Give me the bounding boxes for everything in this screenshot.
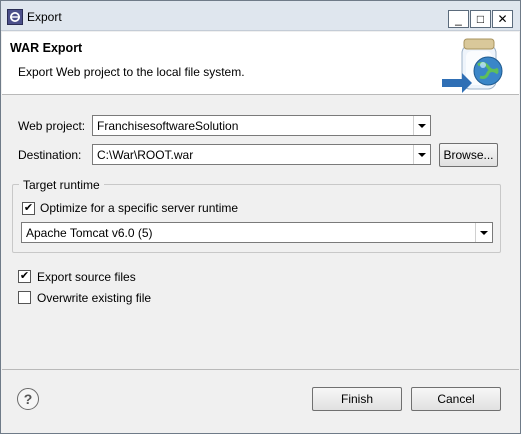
maximize-button[interactable]: □ xyxy=(470,10,491,28)
wizard-description: Export Web project to the local file sys… xyxy=(18,65,245,79)
export-dialog: Export _ □ ✕ WAR Export Export Web proje… xyxy=(0,0,521,434)
help-icon[interactable]: ? xyxy=(17,388,39,410)
checkmark-icon: ✔ xyxy=(23,202,34,214)
minimize-icon: _ xyxy=(455,12,462,26)
server-runtime-combo[interactable]: Apache Tomcat v6.0 (5) xyxy=(21,222,493,243)
web-project-combo[interactable]: FranchisesoftwareSolution xyxy=(92,115,431,136)
destination-value: C:\War\ROOT.war xyxy=(97,148,194,162)
target-runtime-legend: Target runtime xyxy=(19,178,104,192)
chevron-down-icon[interactable] xyxy=(475,223,492,242)
destination-combo[interactable]: C:\War\ROOT.war xyxy=(92,144,431,165)
close-icon: ✕ xyxy=(497,12,508,26)
checkmark-icon: ✔ xyxy=(19,270,30,282)
overwrite-checkbox[interactable] xyxy=(18,291,31,304)
chevron-down-icon[interactable] xyxy=(413,145,430,164)
wizard-title: WAR Export xyxy=(10,41,83,55)
wizard-header: WAR Export Export Web project to the loc… xyxy=(2,32,519,95)
minimize-button[interactable]: _ xyxy=(448,10,469,28)
window-title: Export xyxy=(27,10,62,24)
optimize-runtime-checkbox[interactable]: ✔ xyxy=(22,202,35,215)
overwrite-label: Overwrite existing file xyxy=(37,291,152,305)
title-bar[interactable]: Export _ □ ✕ xyxy=(1,1,520,31)
close-button[interactable]: ✕ xyxy=(492,10,513,28)
web-project-value: FranchisesoftwareSolution xyxy=(97,119,239,133)
cancel-button[interactable]: Cancel xyxy=(411,387,501,411)
web-project-label: Web project: xyxy=(18,119,86,133)
server-runtime-value: Apache Tomcat v6.0 (5) xyxy=(26,226,153,240)
chevron-down-icon[interactable] xyxy=(413,116,430,135)
export-source-label: Export source files xyxy=(37,270,136,284)
maximize-icon: □ xyxy=(476,12,485,26)
optimize-runtime-label: Optimize for a specific server runtime xyxy=(40,201,239,215)
export-source-checkbox[interactable]: ✔ xyxy=(18,270,31,283)
destination-label: Destination: xyxy=(18,148,82,162)
eclipse-app-icon xyxy=(7,9,23,25)
footer-separator xyxy=(2,369,519,370)
war-export-wizard-icon xyxy=(442,38,503,93)
finish-button[interactable]: Finish xyxy=(312,387,402,411)
browse-button[interactable]: Browse... xyxy=(439,143,498,167)
